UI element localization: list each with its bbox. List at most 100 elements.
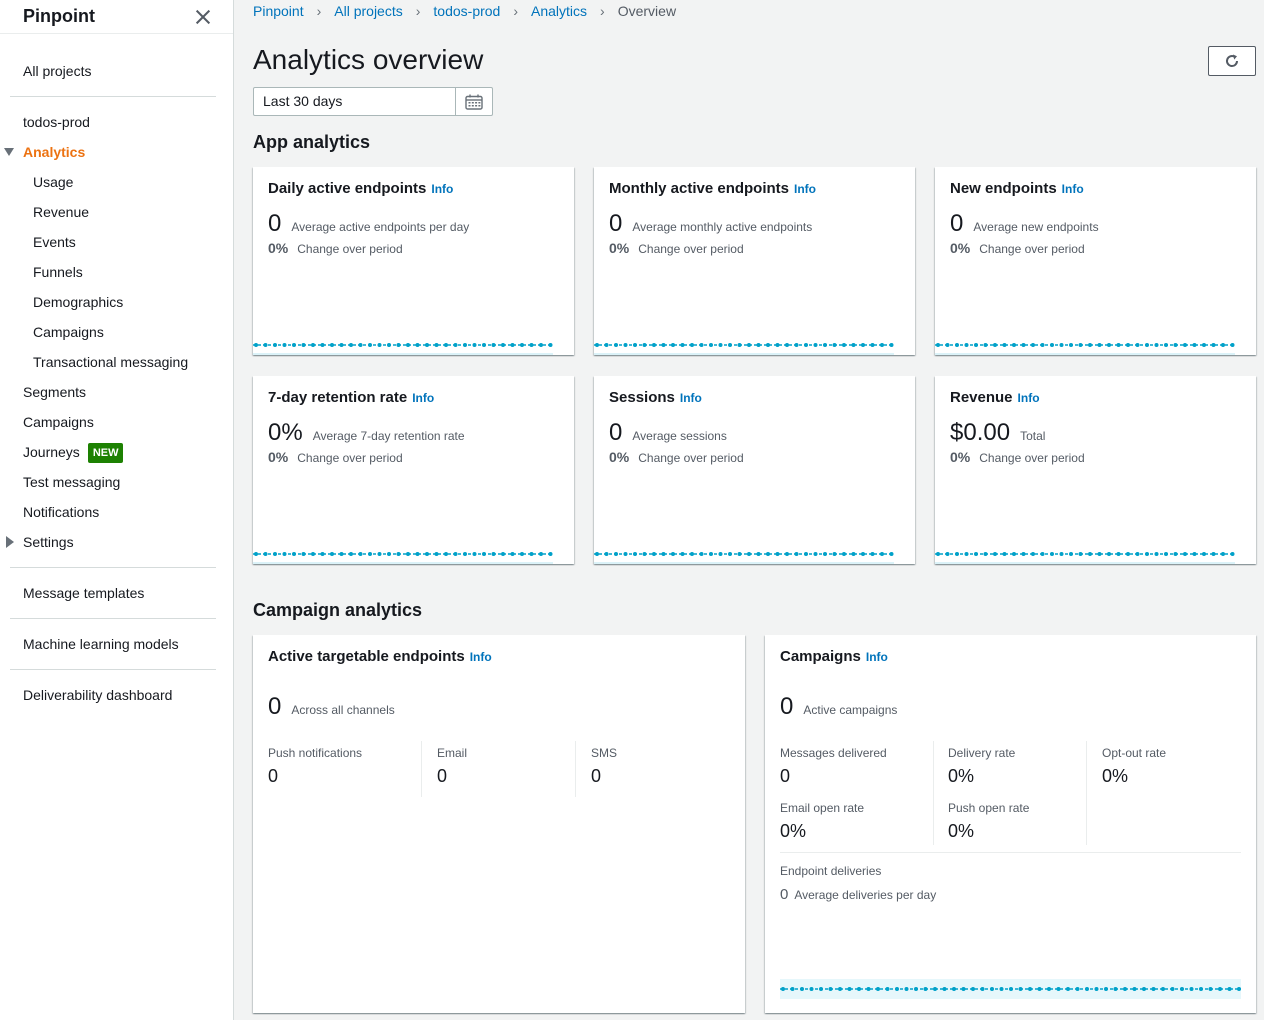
card-daily-active-endpoints: Daily active endpoints Info 0 Average acti… — [253, 167, 574, 355]
sparkline-point — [1040, 552, 1045, 556]
sparkline-point — [1050, 552, 1054, 556]
breadcrumb-pinpoint[interactable]: Pinpoint — [253, 3, 304, 19]
sidebar-item-revenue[interactable]: Revenue — [33, 203, 89, 221]
sparkline-point — [1154, 552, 1159, 556]
sparkline-point — [1009, 987, 1013, 991]
caret-down-icon[interactable] — [4, 148, 14, 156]
card-new-endpoints: New endpoints Info 0 Average new endpoints… — [935, 167, 1256, 355]
sparkline-point — [548, 552, 553, 556]
sidebar-item-segments[interactable]: Segments — [23, 383, 86, 401]
column-divider — [933, 741, 934, 845]
sparkline-point — [339, 343, 344, 347]
sidebar-item-project[interactable]: todos-prod — [23, 113, 90, 131]
info-link[interactable]: Info — [470, 650, 492, 664]
sparkline-point — [847, 987, 852, 991]
sparkline-point — [838, 987, 842, 991]
sparkline-point — [642, 552, 647, 556]
sidebar-item-campaigns[interactable]: Campaigns — [23, 413, 94, 431]
sparkline-point — [775, 343, 780, 347]
sparkline-point — [800, 987, 804, 991]
sidebar-item-usage[interactable]: Usage — [33, 173, 73, 191]
sparkline-point — [614, 552, 618, 556]
calendar-icon[interactable] — [455, 88, 492, 115]
breadcrumb-project[interactable]: todos-prod — [433, 3, 500, 19]
sparkline-point — [718, 343, 723, 347]
sparkline-point — [1047, 987, 1051, 991]
info-link[interactable]: Info — [866, 650, 888, 664]
sparkline-point — [851, 552, 856, 556]
info-link[interactable]: Info — [412, 391, 434, 405]
sparkline-point — [923, 987, 928, 991]
sidebar-item-journeys[interactable]: Journeys NEW — [23, 443, 124, 463]
card-retention-rate: 7-day retention rate Info 0% Average 7-day… — [253, 376, 574, 564]
sparkline-point — [1132, 987, 1137, 991]
sparkline-point — [766, 552, 770, 556]
sidebar-item-ml-models[interactable]: Machine learning models — [23, 635, 179, 653]
refresh-button[interactable] — [1208, 46, 1256, 76]
sparkline-point — [974, 343, 978, 347]
sparkline-chart — [935, 552, 1235, 564]
campaign-analytics-heading: Campaign analytics — [253, 600, 423, 620]
sparkline-point — [1135, 552, 1140, 556]
sidebar-item-notifications[interactable]: Notifications — [23, 503, 99, 521]
caret-right-icon[interactable] — [6, 536, 14, 548]
sparkline-point — [699, 552, 704, 556]
sparkline-point — [790, 987, 795, 991]
sidebar-item-transactional-messaging[interactable]: Transactional messaging — [33, 353, 188, 371]
sparkline-point — [1135, 343, 1140, 347]
sparkline-point — [680, 552, 685, 556]
sparkline-point — [832, 343, 837, 347]
sparkline-point — [642, 343, 647, 347]
sidebar-item-deliverability[interactable]: Deliverability dashboard — [23, 686, 172, 704]
sidebar-item-settings[interactable]: Settings — [23, 533, 74, 551]
sparkline-chart — [594, 343, 894, 355]
messages-delivered: Messages delivered 0 — [780, 746, 887, 787]
metric-value: $0.00 — [950, 419, 1011, 446]
sparkline-point — [785, 343, 789, 347]
sparkline-point — [709, 343, 713, 347]
metric-value: 0 — [268, 693, 282, 720]
sparkline-point — [1164, 343, 1168, 347]
sparkline-point — [1088, 552, 1092, 556]
sidebar-item-analytics[interactable]: Analytics — [23, 143, 85, 161]
breadcrumb-all-projects[interactable]: All projects — [334, 3, 402, 19]
optout-rate: Opt-out rate 0% — [1102, 746, 1166, 787]
info-link[interactable]: Info — [1062, 182, 1084, 196]
metric-value: 0 — [268, 210, 282, 237]
change-row: 0% Change over period — [950, 449, 1085, 465]
sparkline-point — [482, 552, 486, 556]
sparkline-chart — [594, 552, 894, 564]
sparkline-point — [737, 552, 742, 556]
breadcrumb-analytics[interactable]: Analytics — [531, 3, 587, 19]
sparkline-point — [633, 552, 637, 556]
info-link[interactable]: Info — [431, 182, 453, 196]
sparkline-point — [1227, 987, 1232, 991]
channel-value: 0 — [591, 766, 602, 786]
info-link[interactable]: Info — [680, 391, 702, 405]
change-row: 0% Change over period — [609, 449, 744, 465]
sparkline-point — [775, 552, 780, 556]
sparkline-point — [1145, 343, 1149, 347]
sidebar-item-test-messaging[interactable]: Test messaging — [23, 473, 120, 491]
sparkline-point — [690, 343, 694, 347]
sparkline-point — [282, 552, 287, 556]
sparkline-point — [1069, 552, 1073, 556]
sidebar-item-analytics-campaigns[interactable]: Campaigns — [33, 323, 104, 341]
sidebar-item-funnels[interactable]: Funnels — [33, 263, 83, 281]
info-link[interactable]: Info — [1018, 391, 1040, 405]
sparkline-point — [671, 552, 675, 556]
date-range-picker[interactable]: Last 30 days — [253, 87, 493, 116]
info-link[interactable]: Info — [794, 182, 816, 196]
date-range-value[interactable]: Last 30 days — [254, 88, 455, 115]
sidebar-item-message-templates[interactable]: Message templates — [23, 584, 144, 602]
deliveries-sparkline-chart — [780, 979, 1241, 999]
sidebar-item-demographics[interactable]: Demographics — [33, 293, 123, 311]
sidebar-item-all-projects[interactable]: All projects — [23, 62, 91, 80]
stat-label: Messages delivered — [780, 746, 887, 760]
sidebar-divider — [10, 567, 216, 568]
sparkline-point — [832, 552, 837, 556]
sparkline-point — [756, 552, 761, 556]
close-icon[interactable] — [195, 9, 211, 25]
stat-description: Average deliveries per day — [794, 888, 937, 902]
sidebar-item-events[interactable]: Events — [33, 233, 76, 251]
